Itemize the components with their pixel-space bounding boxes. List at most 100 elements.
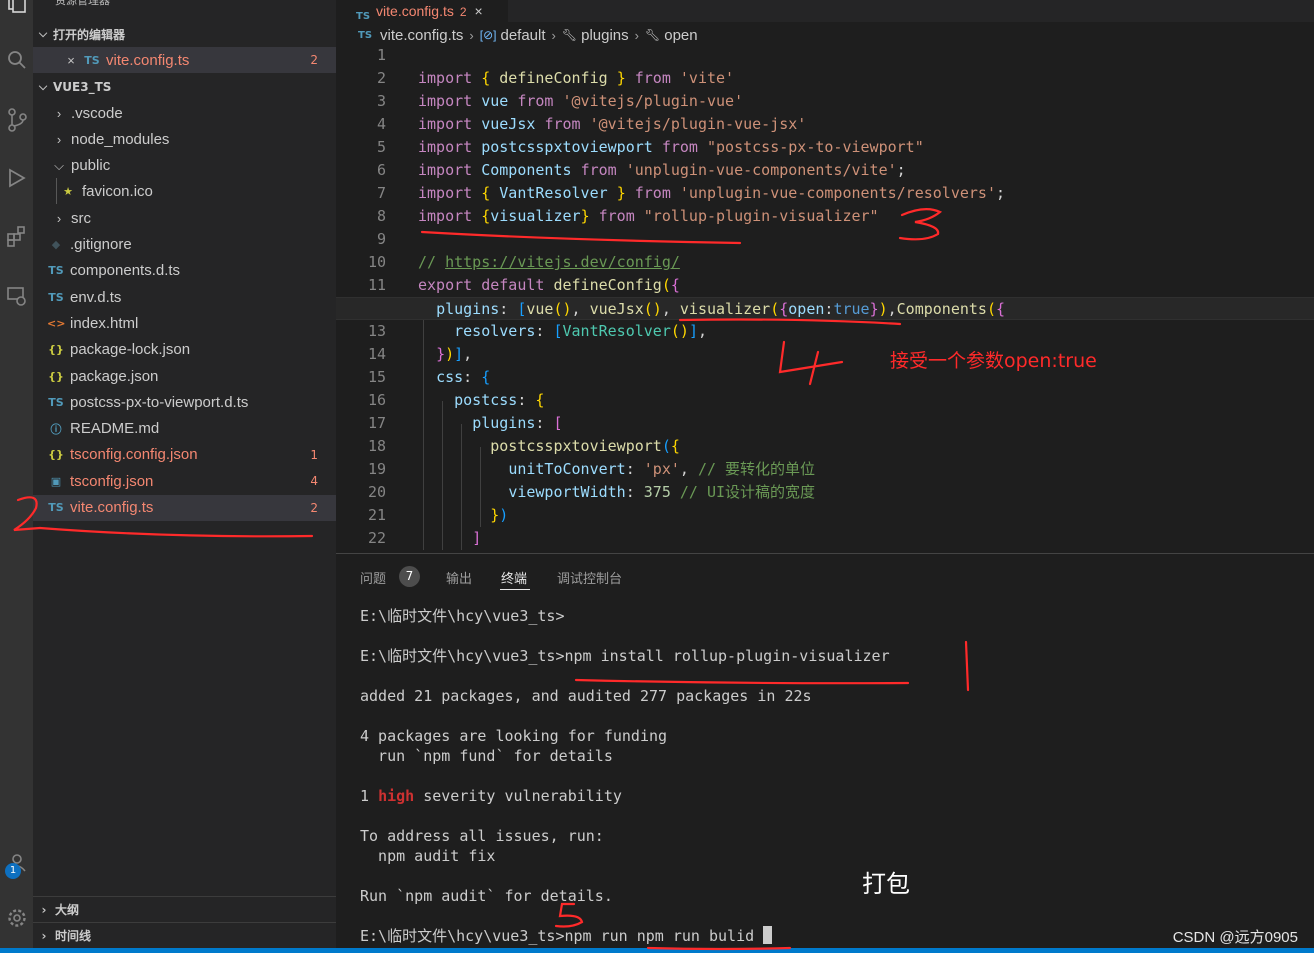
module-symbol-icon: [⊘] — [479, 28, 497, 42]
star-icon: ★ — [63, 185, 73, 199]
status-bar — [0, 948, 1314, 953]
code-line: import { VantResolver } from 'unplugin-v… — [418, 184, 1006, 202]
file-tree-item[interactable]: › .vscode — [33, 100, 336, 126]
typescript-icon: TS — [84, 53, 100, 67]
file-name: public — [71, 157, 111, 175]
file-tree-item[interactable]: ◆ .gitignore — [33, 232, 336, 258]
settings-gear-icon[interactable] — [0, 902, 33, 934]
extensions-icon[interactable] — [0, 220, 33, 252]
terminal-line: E:\临时文件\hcy\vue3_ts>npm install rollup-p… — [360, 647, 890, 665]
terminal-line: E:\临时文件\hcy\vue3_ts>npm run npm run buli… — [360, 926, 1260, 946]
file-name: .gitignore — [70, 236, 132, 253]
file-name: README.md — [70, 420, 160, 438]
breadcrumb-open[interactable]: open — [664, 27, 697, 44]
code-line: })], — [436, 345, 473, 363]
tab-debug-console[interactable]: 调试控制台 — [557, 568, 622, 587]
chevron-right-icon: › — [56, 105, 62, 121]
file-tree-item[interactable]: TS postcss-px-to-viewport.d.ts — [33, 389, 336, 415]
tab-vite-config[interactable]: TS vite.config.ts 2 × — [336, 0, 508, 22]
chevron-right-icon: › — [41, 902, 47, 917]
file-tree-item[interactable]: ★ favicon.ico — [33, 179, 336, 205]
terminal-line: 1 high severity vulnerability — [360, 786, 1260, 806]
file-tree-item[interactable]: ▣ tsconfig.json 4 — [33, 468, 336, 494]
file-tree-item[interactable]: ⌵ public — [33, 153, 336, 179]
active-tab-indicator — [500, 589, 530, 590]
file-tree-item[interactable]: › src — [33, 205, 336, 231]
timeline-label: 时间线 — [55, 929, 92, 943]
source-control-icon[interactable] — [0, 104, 33, 136]
file-tree-item[interactable]: {} package.json — [33, 363, 336, 389]
code-editor[interactable]: 12345678910111213141516171819202122 impo… — [336, 45, 1314, 550]
terminal-line: E:\临时文件\hcy\vue3_ts> — [360, 607, 565, 625]
code-line: import { defineConfig } from 'vite' — [418, 69, 735, 87]
chevron-right-icon: › — [551, 27, 556, 43]
typescript-icon: TS — [358, 29, 373, 41]
wrench-icon: 🔧︎ — [561, 28, 578, 42]
file-tree-item[interactable]: {} package-lock.json — [33, 337, 336, 363]
terminal-prompt: E:\临时文件\hcy\vue3_ts>npm run npm run buli… — [360, 927, 764, 945]
code-line: import vueJsx from '@vitejs/plugin-vue-j… — [418, 115, 807, 133]
timeline-section[interactable]: › 时间线 — [33, 922, 336, 948]
chevron-down-icon: ⌵ — [38, 27, 48, 40]
search-icon[interactable] — [0, 44, 33, 76]
vuln-count: 1 — [360, 787, 370, 805]
terminal-line: added 21 packages, and audited 277 packa… — [360, 687, 812, 705]
run-debug-icon[interactable] — [0, 162, 33, 194]
tab-terminal[interactable]: 终端 — [501, 568, 527, 587]
outline-section[interactable]: › 大纲 — [33, 896, 336, 922]
breadcrumb-file[interactable]: vite.config.ts — [380, 27, 463, 44]
code-line: }) — [490, 506, 509, 524]
close-icon[interactable]: × — [475, 3, 483, 19]
code-line-current: plugins: [vue(), vueJsx(), visualizer({o… — [336, 297, 1314, 320]
wrench-icon: 🔧︎ — [645, 28, 661, 42]
line-number-text: 1 — [376, 46, 386, 64]
breadcrumb-default[interactable]: default — [500, 27, 545, 44]
open-editor-name: vite.config.ts — [106, 51, 190, 69]
file-name: components.d.ts — [70, 262, 181, 280]
file-tree-item[interactable]: TS components.d.ts — [33, 258, 336, 284]
editor-tab-bar: TS vite.config.ts 2 × — [336, 0, 1314, 22]
info-icon: ⓘ — [50, 422, 62, 436]
file-name: vite.config.ts — [70, 499, 154, 516]
open-editor-item[interactable]: × TS vite.config.ts 2 — [33, 47, 336, 73]
open-editors-section[interactable]: ⌵ 打开的编辑器 — [33, 23, 336, 45]
close-icon[interactable]: × — [63, 53, 79, 68]
typescript-icon: TS — [48, 290, 64, 304]
file-tree-item[interactable]: ⓘ README.md — [33, 416, 336, 442]
typescript-icon: TS — [48, 501, 64, 514]
explorer-icon[interactable] — [0, 0, 33, 18]
file-name: tsconfig.json — [70, 472, 154, 490]
tab-problems[interactable]: 问题 — [360, 568, 386, 587]
problem-count: 2 — [310, 53, 318, 67]
code-line: unitToConvert: 'px', // 要转化的单位 — [508, 460, 816, 478]
chevron-right-icon: › — [634, 27, 639, 43]
file-tree-item[interactable]: TS vite.config.ts 2 — [33, 494, 336, 521]
activity-bar: 1 — [0, 0, 33, 953]
file-tree-item[interactable]: {} tsconfig.config.json 1 — [33, 442, 336, 468]
file-name: index.html — [70, 314, 139, 332]
problems-badge: 7 — [399, 566, 420, 587]
more-actions-icon[interactable]: ··· — [303, 0, 316, 6]
terminal-line: Run `npm audit` for details. — [360, 887, 613, 905]
file-tree-item[interactable]: <> index.html — [33, 310, 336, 336]
outline-label: 大纲 — [55, 903, 80, 917]
remote-explorer-icon[interactable] — [0, 280, 33, 312]
breadcrumb-plugins[interactable]: plugins — [581, 27, 629, 44]
json-icon: {} — [48, 448, 64, 462]
annotation-note: 接受一个参数open:true — [890, 350, 1097, 372]
explorer-sidebar: 资源管理器 ··· ⌵ 打开的编辑器 × TS vite.config.ts 2… — [33, 0, 336, 953]
chevron-down-icon: ⌵ — [38, 80, 48, 93]
terminal-cursor — [763, 926, 773, 944]
file-tree-item[interactable]: TS env.d.ts — [33, 284, 336, 310]
file-name: package-lock.json — [70, 341, 191, 359]
project-section[interactable]: ⌵ VUE3_TS — [33, 76, 336, 98]
file-tree-item[interactable]: › node_modules — [33, 126, 336, 152]
watermark: CSDN @远方0905 — [1172, 929, 1298, 946]
typescript-icon: TS — [48, 395, 64, 409]
code-line: resolvers: [VantResolver()], — [454, 322, 707, 340]
tab-output[interactable]: 输出 — [446, 568, 472, 587]
open-editors-label: 打开的编辑器 — [53, 27, 126, 42]
accounts-badge: 1 — [5, 863, 21, 879]
file-name: node_modules — [71, 130, 170, 148]
